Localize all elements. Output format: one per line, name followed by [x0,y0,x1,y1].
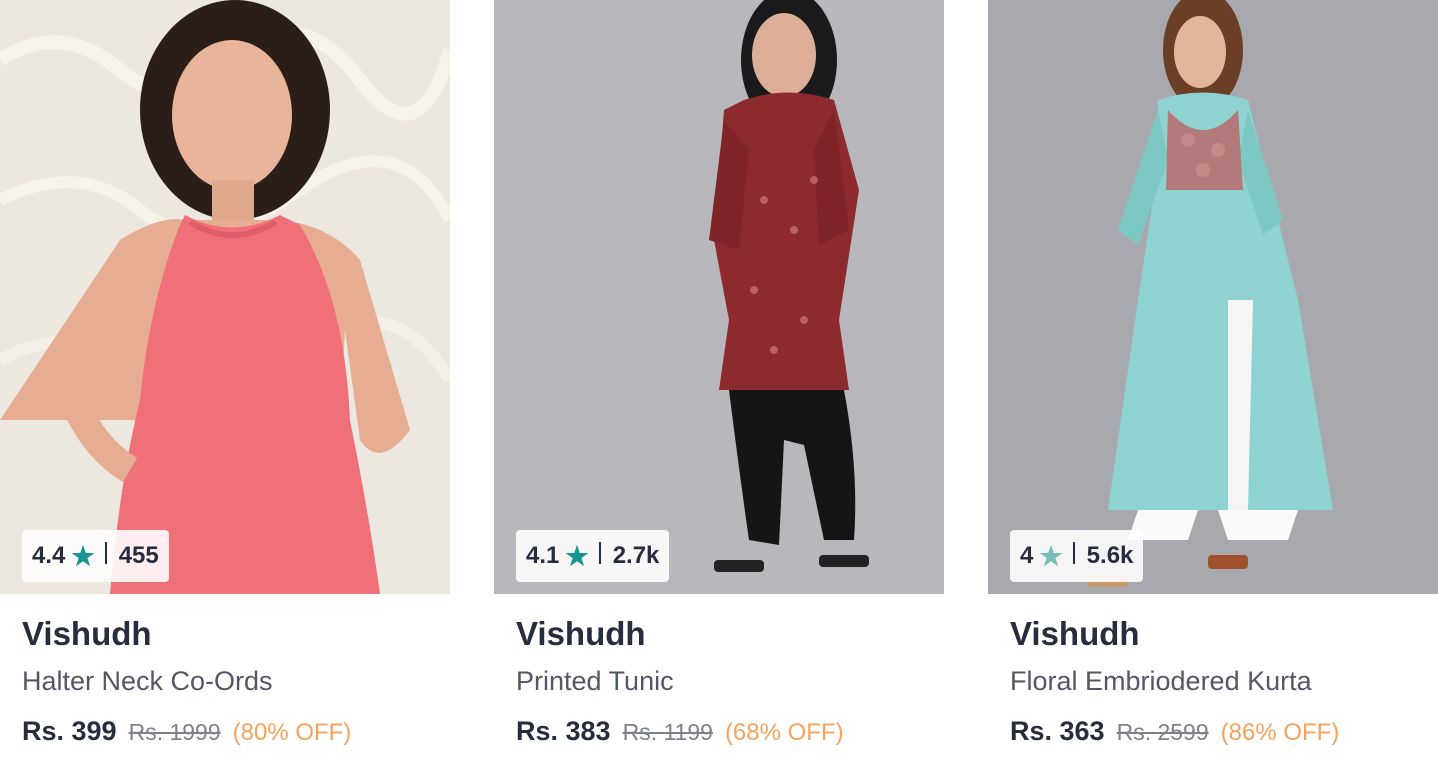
rating-divider [1072,542,1075,564]
product-mrp: Rs. 1199 [622,719,713,745]
rating-value: 4 [1020,542,1034,569]
price-row: Rs. 383 Rs. 1199 (68% OFF) [516,716,844,747]
star-icon: ★ [565,541,589,571]
product-discount: (80% OFF) [232,719,352,746]
product-title: Halter Neck Co-Ords [22,666,273,696]
product-brand: Vishudh [516,615,646,652]
product-price: Rs. 363 [1010,716,1105,746]
product-mrp: Rs. 1999 [128,719,221,745]
rating-value: 4.1 [526,542,560,569]
price-row: Rs. 363 Rs. 2599 (86% OFF) [1010,716,1339,747]
product-image[interactable] [494,0,944,594]
product-image[interactable] [0,0,450,594]
rating-count: 455 [118,542,159,569]
product-title: Floral Embriodered Kurta [1010,666,1312,696]
price-row: Rs. 399 Rs. 1999 (80% OFF) [22,716,351,747]
rating-divider [104,542,107,564]
product-card[interactable]: 4.1 ★ 2.7k Vishudh Printed Tunic Rs. 383… [494,0,944,760]
rating-count: 5.6k [1086,542,1134,569]
product-price: Rs. 383 [516,716,611,746]
star-icon: ★ [1039,541,1063,571]
product-card[interactable]: 4 ★ 5.6k Vishudh Floral Embriodered Kurt… [988,0,1438,760]
rating-value: 4.4 [32,542,66,569]
product-mrp: Rs. 2599 [1116,719,1209,745]
product-image[interactable] [988,0,1438,594]
rating-badge: 4.4 ★ 455 [22,530,169,582]
product-title: Printed Tunic [516,666,674,696]
rating-count: 2.7k [612,542,660,569]
rating-badge: 4 ★ 5.6k [1010,530,1144,582]
star-icon: ★ [71,541,95,571]
product-card[interactable]: 4.4 ★ 455 Vishudh Halter Neck Co-Ords Rs… [0,0,450,760]
product-brand: Vishudh [22,615,152,652]
product-discount: (68% OFF) [724,719,844,746]
rating-divider [598,542,601,564]
product-brand: Vishudh [1010,615,1140,652]
product-price: Rs. 399 [22,716,117,746]
rating-badge: 4.1 ★ 2.7k [516,530,670,582]
product-discount: (86% OFF) [1220,719,1340,746]
